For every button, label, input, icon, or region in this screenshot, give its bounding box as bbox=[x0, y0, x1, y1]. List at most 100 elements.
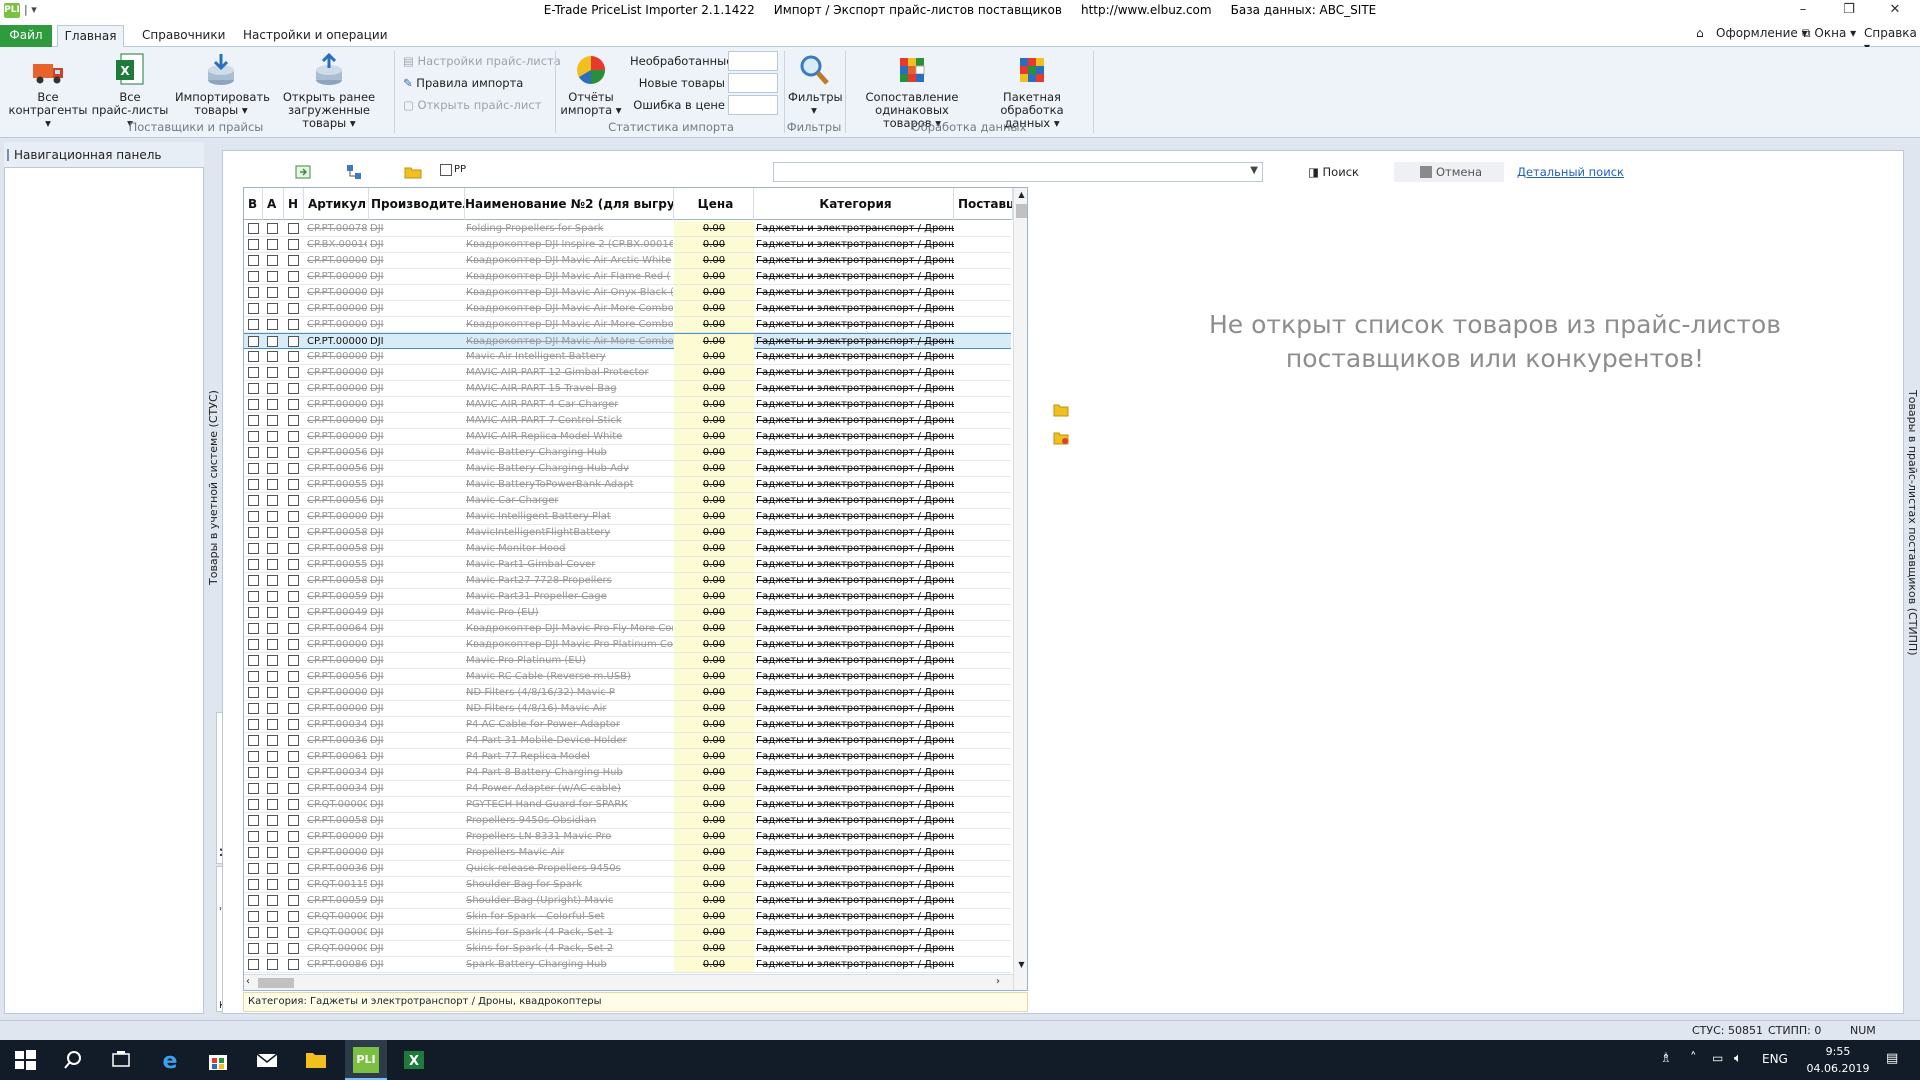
cell-category[interactable]: Гаджеты и электротранспорт / Дроны, квад… bbox=[756, 877, 954, 892]
checkbox-n[interactable] bbox=[288, 383, 299, 394]
open-folder-icon[interactable] bbox=[1053, 403, 1069, 420]
table-row[interactable]: CP.PT.000002DJI MAVIC AIR PART 15 Travel … bbox=[244, 381, 1011, 397]
table-row[interactable]: CP.PT.000001DJI Propellers Mavic Air0.00Г… bbox=[244, 845, 1011, 861]
cell-category[interactable]: Гаджеты и электротранспорт / Дроны, квад… bbox=[756, 813, 954, 828]
cell-price[interactable]: 0.00 bbox=[674, 237, 754, 252]
column-header-manufacturer[interactable]: Производитель bbox=[369, 188, 465, 220]
cell-category[interactable]: Гаджеты и электротранспорт / Дроны, квад… bbox=[756, 477, 954, 492]
cell-name[interactable]: Квадрокоптер DJI Mavic Air Onyx Black ( bbox=[466, 285, 673, 300]
cell-manufacturer[interactable]: DJI bbox=[370, 685, 446, 700]
table-row[interactable]: CP.PT.000345DJI P4 AC Cable for Power Ada… bbox=[244, 717, 1011, 733]
table-row[interactable]: CP.QT.000000DJI Skin for Spark - Colorful… bbox=[244, 909, 1011, 925]
cell-article[interactable]: CP.PT.000001 bbox=[307, 285, 367, 300]
checkbox-a[interactable] bbox=[267, 239, 278, 250]
cell-name[interactable]: Mavic BatteryToPowerBank Adapt bbox=[466, 477, 673, 492]
checkbox-n[interactable] bbox=[288, 895, 299, 906]
pricelist-importer-icon[interactable]: PLI bbox=[353, 1047, 379, 1073]
cell-article[interactable]: CP.PT.000498 bbox=[307, 605, 367, 620]
cell-name[interactable]: Mavic Air Intelligent Battery bbox=[466, 349, 673, 364]
network-icon[interactable]: ▭ bbox=[1712, 1051, 1723, 1065]
goods-grid[interactable]: В А Н Артикул Производитель Наименование… bbox=[243, 187, 1028, 991]
scroll-up-icon[interactable]: ▲ bbox=[1016, 190, 1027, 200]
checkbox-n[interactable] bbox=[288, 511, 299, 522]
checkbox-v[interactable] bbox=[248, 703, 259, 714]
checkbox-n[interactable] bbox=[288, 271, 299, 282]
cell-manufacturer[interactable]: DJI bbox=[370, 717, 446, 732]
table-row[interactable]: CP.PT.000002DJI ND Filters (4/8/16) Mavic… bbox=[244, 701, 1011, 717]
cell-price[interactable]: 0.00 bbox=[674, 669, 754, 684]
checkbox-n[interactable] bbox=[288, 815, 299, 826]
cell-name[interactable]: MAVIC AIR PART 4 Car Charger bbox=[466, 397, 673, 412]
cell-category[interactable]: Гаджеты и электротранспорт / Дроны, квад… bbox=[756, 637, 954, 652]
import-reports-button[interactable]: Отчёты импорта ▾ bbox=[560, 52, 622, 117]
checkbox-v[interactable] bbox=[248, 687, 259, 698]
checkbox-n[interactable] bbox=[288, 879, 299, 890]
cell-price[interactable]: 0.00 bbox=[674, 429, 754, 444]
cell-name[interactable]: Квадрокоптер DJI Mavic Air More Combo bbox=[466, 334, 673, 349]
cell-name[interactable]: Mavic Car Charger bbox=[466, 493, 673, 508]
cell-manufacturer[interactable]: DJI bbox=[370, 669, 446, 684]
column-header-a[interactable]: А bbox=[263, 188, 284, 220]
checkbox-n[interactable] bbox=[288, 911, 299, 922]
table-row[interactable]: CP.PT.000001DJI MAVIC AIR Replica Model W… bbox=[244, 429, 1011, 445]
table-row[interactable]: CP.PT.000558DJI Mavic BatteryToPowerBank … bbox=[244, 477, 1011, 493]
checkbox-v[interactable] bbox=[248, 559, 259, 570]
cell-article[interactable]: CP.QT.000000 bbox=[307, 909, 367, 924]
table-row[interactable]: CP.QT.000001DJI Skins for Spark (4 Pack, … bbox=[244, 925, 1011, 941]
cell-name[interactable]: Mavic Part31 Propeller Cage bbox=[466, 589, 673, 604]
cell-article[interactable]: CP.PT.000561 bbox=[307, 461, 367, 476]
cell-category[interactable]: Гаджеты и электротранспорт / Дроны, квад… bbox=[756, 429, 954, 444]
cell-category[interactable]: Гаджеты и электротранспорт / Дроны, квад… bbox=[756, 621, 954, 636]
checkbox-v[interactable] bbox=[248, 959, 259, 970]
cell-price[interactable]: 0.00 bbox=[674, 941, 754, 956]
table-row[interactable]: CP.PT.000640DJI Квадрокоптер DJI Mavic Pr… bbox=[244, 621, 1011, 637]
cell-category[interactable]: Гаджеты и электротранспорт / Дроны, квад… bbox=[756, 829, 954, 844]
table-row[interactable]: CP.PT.000002DJI MAVIC AIR PART 7 Control … bbox=[244, 413, 1011, 429]
cell-category[interactable]: Гаджеты и электротранспорт / Дроны, квад… bbox=[756, 237, 954, 252]
cell-name[interactable]: P4 Part 8 Battery Charging Hub bbox=[466, 765, 673, 780]
checkbox-a[interactable] bbox=[267, 863, 278, 874]
cell-manufacturer[interactable]: DJI bbox=[370, 301, 446, 316]
cell-article[interactable]: CP.PT.000000 bbox=[307, 685, 367, 700]
checkbox-v[interactable] bbox=[248, 623, 259, 634]
cell-manufacturer[interactable]: DJI bbox=[370, 349, 446, 364]
checkbox-a[interactable] bbox=[267, 415, 278, 426]
cell-price[interactable]: 0.00 bbox=[674, 461, 754, 476]
cell-category[interactable]: Гаджеты и электротранспорт / Дроны, квад… bbox=[756, 461, 954, 476]
scroll-down-icon[interactable]: ▼ bbox=[1016, 960, 1027, 970]
table-row[interactable]: CP.PT.000583DJI Propellers 9450s Obsidian… bbox=[244, 813, 1011, 829]
tab-main[interactable]: Главная bbox=[57, 25, 124, 48]
cancel-button[interactable]: Отмена bbox=[1394, 162, 1504, 182]
table-row[interactable]: CP.PT.000001DJI Квадрокоптер DJI Mavic Ai… bbox=[244, 253, 1011, 269]
language-indicator[interactable]: ENG bbox=[1762, 1052, 1788, 1066]
cell-article[interactable]: CP.PT.000001 bbox=[307, 845, 367, 860]
cell-name[interactable]: Folding Propellers for Spark bbox=[466, 221, 673, 236]
checkbox-a[interactable] bbox=[267, 511, 278, 522]
checkbox-a[interactable] bbox=[267, 735, 278, 746]
cell-price[interactable]: 0.00 bbox=[674, 893, 754, 908]
checkbox-a[interactable] bbox=[267, 943, 278, 954]
cell-manufacturer[interactable]: DJI bbox=[370, 781, 446, 796]
cell-category[interactable]: Гаджеты и электротранспорт / Дроны, квад… bbox=[756, 845, 954, 860]
table-row[interactable]: CP.PT.000344DJI P4 Power Adapter (w/AC ca… bbox=[244, 781, 1011, 797]
cell-category[interactable]: Гаджеты и электротранспорт / Дроны, квад… bbox=[756, 605, 954, 620]
cell-manufacturer[interactable]: DJI bbox=[370, 893, 446, 908]
start-windows-icon[interactable] bbox=[12, 1047, 38, 1073]
table-row[interactable]: CP.PT.000561DJI Mavic Battery Charging Hu… bbox=[244, 461, 1011, 477]
cell-manufacturer[interactable]: DJI bbox=[370, 621, 446, 636]
checkbox-n[interactable] bbox=[288, 655, 299, 666]
cell-article[interactable]: CP.PT.000001 bbox=[307, 349, 367, 364]
table-row[interactable]: CP.QT.000001DJI Skins for Spark (4 Pack, … bbox=[244, 941, 1011, 957]
cell-manufacturer[interactable]: DJI bbox=[370, 653, 446, 668]
table-row[interactable]: CP.PT.000001DJI Квадрокоптер DJI Mavic Ai… bbox=[244, 285, 1011, 301]
cell-name[interactable]: Квадрокоптер DJI Mavic Pro Fly More Comb… bbox=[466, 621, 673, 636]
checkbox-n[interactable] bbox=[288, 399, 299, 410]
notifications-icon[interactable]: ▤ bbox=[1886, 1051, 1898, 1066]
checkbox-n[interactable] bbox=[288, 575, 299, 586]
tab-settings-operations[interactable]: Настройки и операции bbox=[233, 25, 398, 47]
cell-article[interactable]: CP.QT.001151 bbox=[307, 877, 367, 892]
checkbox-v[interactable] bbox=[248, 895, 259, 906]
cell-name[interactable]: Propellers LN 8331 Mavic Pro bbox=[466, 829, 673, 844]
cell-article[interactable]: CP.PT.000001 bbox=[307, 365, 367, 380]
cell-article[interactable]: CP.PT.000592 bbox=[307, 589, 367, 604]
